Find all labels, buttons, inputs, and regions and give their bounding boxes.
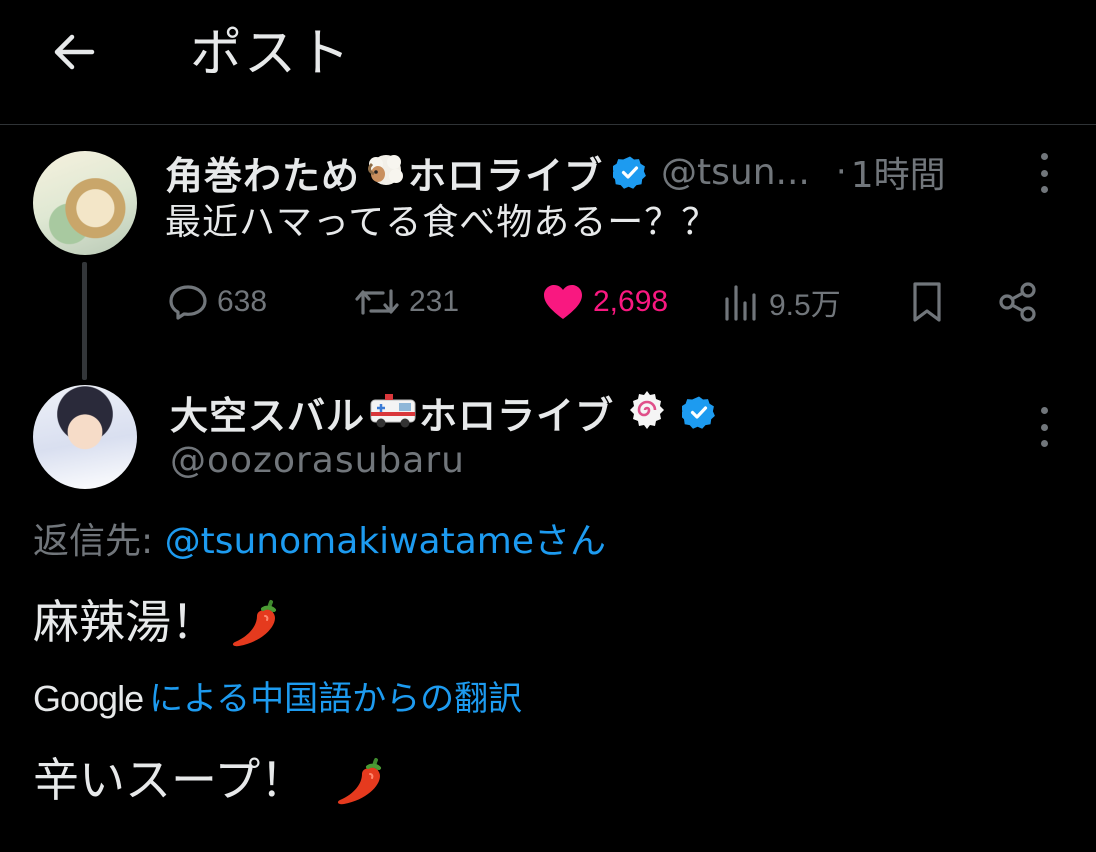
top-bar: ポスト <box>0 0 1096 125</box>
more-options-icon[interactable] <box>1036 153 1052 193</box>
bookmark-button[interactable] <box>907 276 947 328</box>
replying-to: 返信先: @tsunomakiwatameさん <box>33 518 606 566</box>
avatar-watame[interactable] <box>33 151 137 255</box>
repost-icon <box>355 289 399 315</box>
author-handle[interactable]: @oozorasubaru <box>170 440 465 481</box>
repost-count: 231 <box>409 285 460 318</box>
views-button[interactable]: 9.5万 <box>721 276 841 328</box>
reply-count: 638 <box>217 285 268 318</box>
view-count: 9.5万 <box>769 289 841 322</box>
heart-filled-icon <box>544 285 582 319</box>
hot-pepper-emoji-icon <box>338 758 382 805</box>
reply-text-body: 麻辣湯！ <box>33 595 217 649</box>
like-button[interactable]: 2,698 <box>541 276 668 328</box>
ambulance-emoji-icon <box>369 390 419 434</box>
post-action-bar: 638 231 2,698 9.5万 <box>165 276 1045 328</box>
reply-icon <box>169 285 207 320</box>
author-name-suffix[interactable]: ホロライブ <box>408 145 603 200</box>
author-handle[interactable]: @tsun... <box>661 152 810 193</box>
bookmark-icon <box>913 282 941 322</box>
replying-to-mention-link[interactable]: @tsunomakiwatameさん <box>165 521 606 562</box>
translated-text-body: 辛いスープ！ <box>33 753 307 807</box>
share-button[interactable] <box>997 276 1039 328</box>
like-count: 2,698 <box>593 285 669 318</box>
share-icon <box>999 282 1036 322</box>
hot-pepper-emoji-icon <box>232 600 276 647</box>
translated-text: 辛いスープ！ <box>33 752 390 808</box>
author-display-name[interactable]: 大空スバル <box>170 385 365 440</box>
page-title: ポスト <box>190 24 353 84</box>
repost-button[interactable]: 231 <box>353 276 459 328</box>
sheep-emoji-icon <box>364 150 408 194</box>
separator-dot: · <box>835 152 847 192</box>
naruto-fishcake-emoji-icon <box>626 389 668 435</box>
more-options-icon[interactable] <box>1036 407 1052 447</box>
arrow-left-icon <box>54 34 95 70</box>
parent-post-text: 最近ハマってる食べ物あるー？？ <box>165 202 719 243</box>
google-brand-label: Google <box>33 678 144 719</box>
reply-post-text: 麻辣湯！ <box>33 594 285 650</box>
reply-button[interactable]: 638 <box>167 276 267 328</box>
thread-connector-line <box>82 262 87 380</box>
verified-badge-icon <box>613 156 646 189</box>
reply-post-author-row: 大空スバル ホロライブ <box>170 386 716 438</box>
verified-badge-icon <box>682 396 715 429</box>
replying-to-label: 返信先: <box>33 521 154 562</box>
avatar-subaru[interactable] <box>33 385 137 489</box>
parent-post-author-row: 角巻わため ホロライブ @tsun... · 1時間 <box>165 146 946 198</box>
back-button[interactable] <box>46 24 102 80</box>
views-chart-icon <box>725 285 756 321</box>
show-original-link[interactable]: による中国語からの翻訳 <box>149 676 522 722</box>
author-display-name[interactable]: 角巻わため <box>165 145 360 200</box>
translation-attribution: Google による中国語からの翻訳 <box>33 676 522 722</box>
post-timestamp[interactable]: 1時間 <box>851 146 946 198</box>
author-name-suffix[interactable]: ホロライブ <box>419 385 614 440</box>
